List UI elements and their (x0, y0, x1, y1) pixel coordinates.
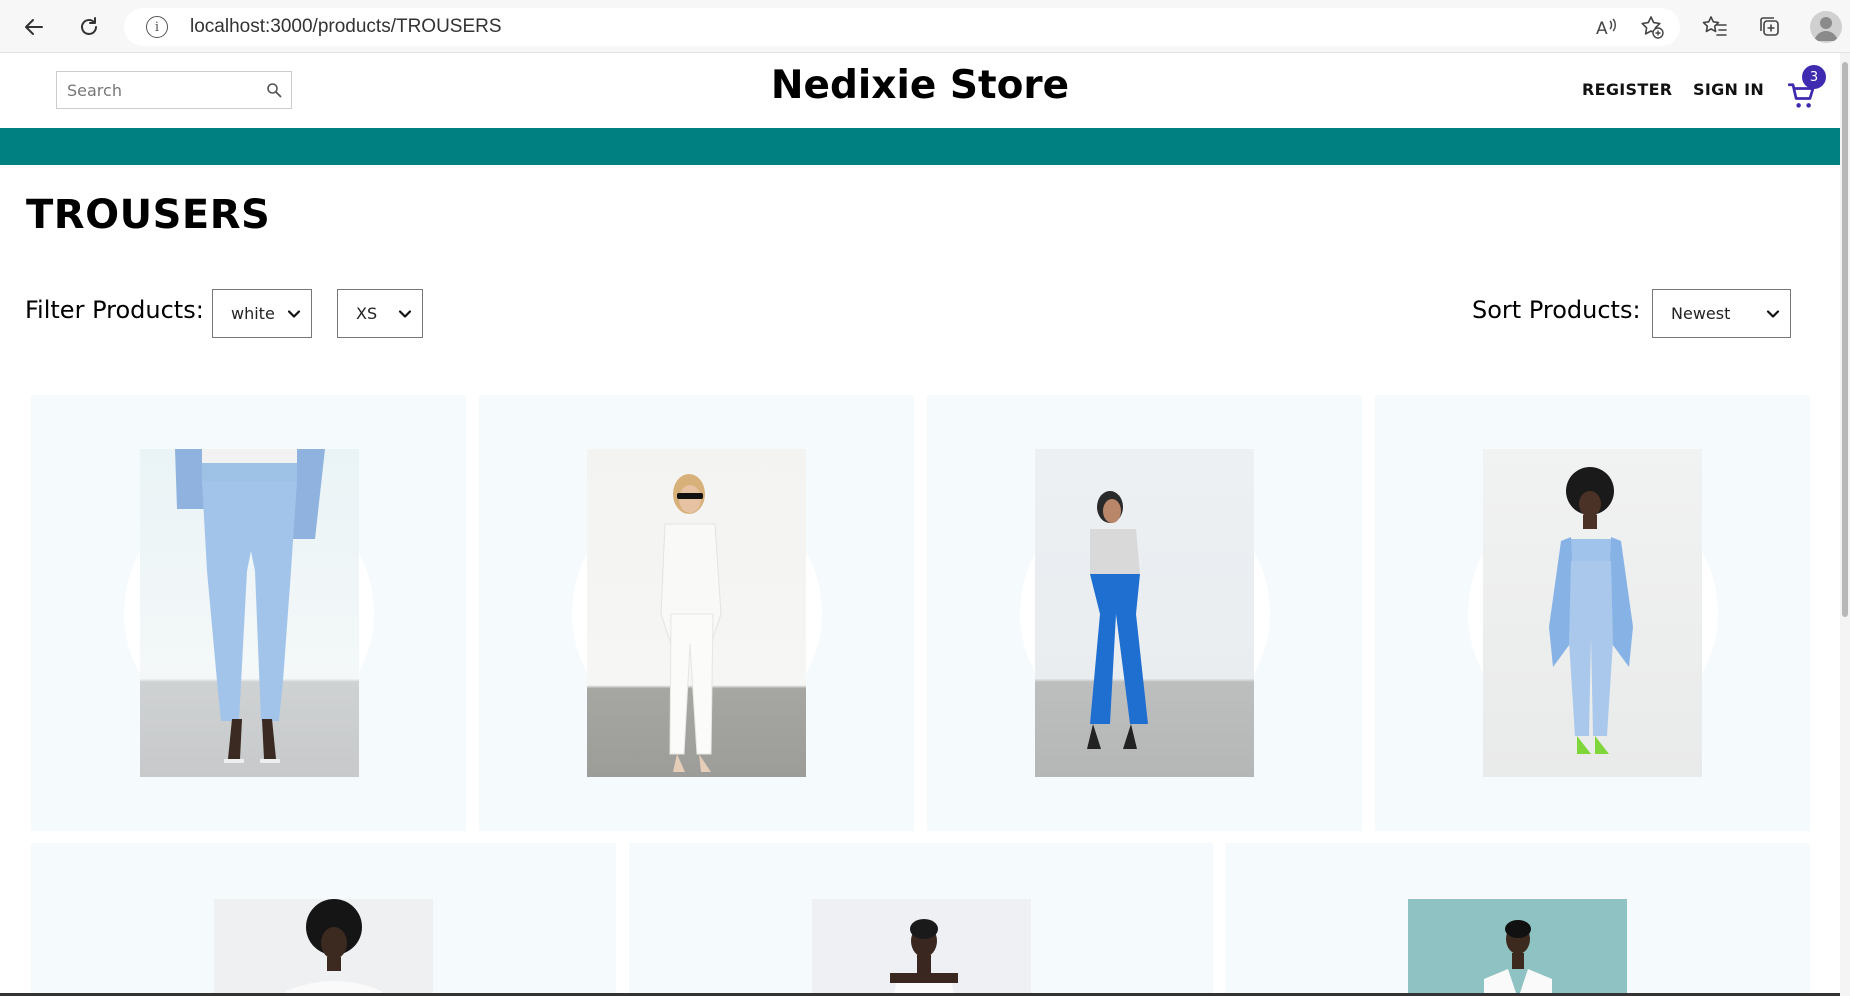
chevron-down-icon (1766, 310, 1780, 318)
product-card[interactable] (1226, 843, 1810, 996)
sort-products-label: Sort Products: (1472, 296, 1641, 324)
filter-products-label: Filter Products: (25, 296, 204, 324)
site-info-icon[interactable]: i (146, 16, 168, 38)
page-scrollbar-thumb[interactable] (1842, 62, 1848, 617)
product-image[interactable] (214, 899, 433, 996)
url-text[interactable]: localhost:3000/products/TROUSERS (190, 16, 502, 38)
off-shoulder-top-photo (286, 899, 382, 996)
trousers-photo (175, 449, 325, 763)
white-outfit-photo (660, 474, 722, 772)
product-card[interactable] (927, 395, 1362, 831)
product-image[interactable] (140, 449, 359, 777)
back-arrow-icon[interactable] (17, 10, 51, 44)
size-filter-select[interactable]: XS (337, 289, 423, 338)
register-link[interactable]: REGISTER (1582, 80, 1672, 99)
product-card[interactable] (479, 395, 914, 831)
product-card[interactable] (31, 395, 466, 831)
product-image[interactable] (1035, 449, 1254, 777)
store-logo-title[interactable]: Nedixie Store (0, 63, 1840, 108)
product-card[interactable] (1375, 395, 1810, 831)
sign-in-link[interactable]: SIGN IN (1693, 80, 1764, 99)
light-blue-suit-photo (1549, 467, 1633, 754)
store-header: Nedixie Store REGISTER SIGN IN 3 (0, 53, 1840, 128)
cart-button[interactable]: 3 (1788, 65, 1828, 111)
browser-toolbar: i localhost:3000/products/TROUSERS A (0, 0, 1850, 53)
product-image[interactable] (1483, 449, 1702, 777)
blue-trousers-photo (1087, 491, 1148, 749)
reload-icon[interactable] (72, 10, 106, 44)
sort-select[interactable]: Newest (1652, 289, 1791, 338)
sort-value: Newest (1671, 304, 1731, 323)
chevron-down-icon (287, 310, 301, 318)
address-bar[interactable]: i localhost:3000/products/TROUSERS (124, 8, 1680, 46)
strapless-top-photo (890, 919, 958, 996)
svg-text:A: A (1596, 19, 1608, 39)
collections-icon[interactable] (1755, 12, 1785, 42)
product-image[interactable] (812, 899, 1031, 996)
profile-icon[interactable] (1810, 11, 1842, 43)
product-card[interactable] (31, 843, 616, 996)
white-blazer-photo (1484, 920, 1552, 996)
chevron-down-icon (398, 310, 412, 318)
color-filter-value: white (231, 304, 275, 323)
color-filter-select[interactable]: white (212, 289, 312, 338)
read-aloud-icon[interactable]: A (1591, 12, 1621, 42)
announcement-band (0, 128, 1840, 165)
size-filter-value: XS (356, 304, 378, 323)
favorites-icon[interactable] (1700, 12, 1730, 42)
page-title: TROUSERS (26, 192, 271, 238)
product-card[interactable] (629, 843, 1213, 996)
product-image[interactable] (587, 449, 806, 777)
add-favorite-icon[interactable] (1637, 12, 1667, 42)
product-image[interactable] (1408, 899, 1627, 996)
cart-count-badge: 3 (1802, 65, 1826, 89)
